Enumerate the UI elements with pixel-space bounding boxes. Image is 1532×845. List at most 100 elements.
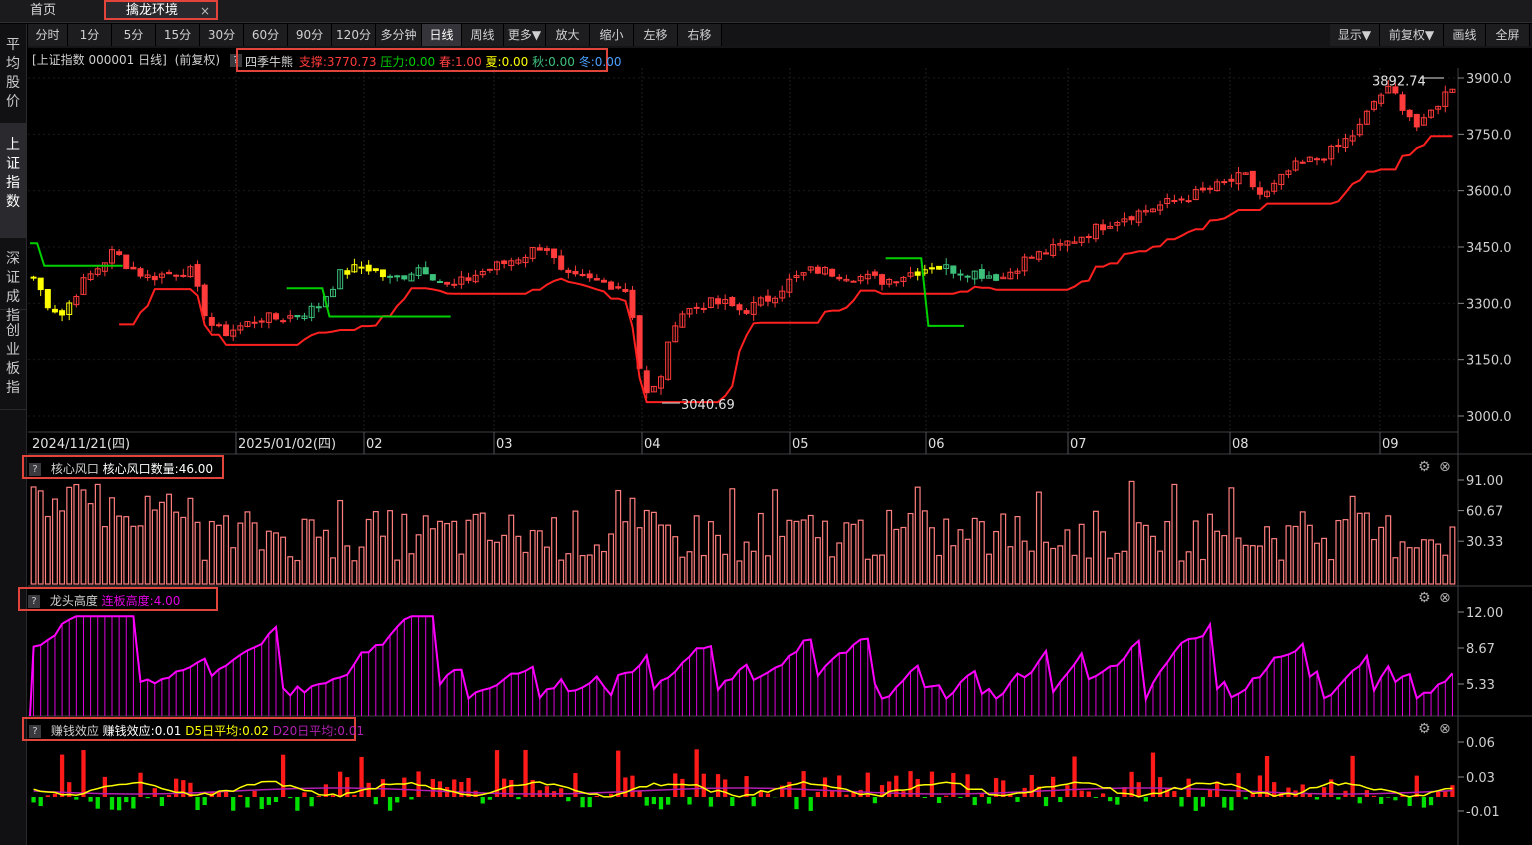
toolbar-right-btn-0[interactable]: 显示▼ bbox=[1330, 24, 1380, 46]
close-icon[interactable]: ⊗ bbox=[1439, 721, 1451, 737]
toolbar-btn-9[interactable]: 日线 bbox=[422, 24, 462, 46]
p1-bar-17 bbox=[151, 509, 158, 585]
sidebar-item-1[interactable]: 上证指数 bbox=[0, 124, 26, 238]
help-icon[interactable]: ? bbox=[29, 463, 41, 476]
p1-bar-2 bbox=[44, 515, 51, 585]
p1-bar-30 bbox=[244, 511, 251, 585]
gear-icon[interactable]: ⚙ bbox=[1418, 590, 1431, 606]
sidebar-item-0[interactable]: 平均股价 bbox=[0, 24, 26, 124]
p3-bar-181 bbox=[1321, 787, 1327, 797]
p3-bar-111 bbox=[822, 777, 828, 797]
month-label-3: 05 bbox=[792, 437, 809, 452]
toolbar-right-btn-2[interactable]: 画线 bbox=[1444, 24, 1486, 46]
p1-bar-32 bbox=[258, 549, 265, 585]
p1-bar-188 bbox=[1371, 538, 1377, 585]
p3-bar-107 bbox=[794, 797, 799, 810]
close-icon[interactable]: ⊗ bbox=[1439, 590, 1451, 606]
toolbar-btn-6[interactable]: 90分 bbox=[288, 24, 332, 46]
p1-bar-140 bbox=[1028, 550, 1035, 585]
p3-bar-33 bbox=[266, 797, 271, 805]
p1-bar-0 bbox=[30, 486, 37, 585]
toolbar-btn-11[interactable]: 更多▼ bbox=[504, 24, 546, 46]
toolbar-btn-12[interactable]: 放大 bbox=[546, 24, 590, 46]
p1-bar-4 bbox=[59, 510, 66, 585]
p3-bar-163 bbox=[1193, 797, 1198, 811]
candle-body-35 bbox=[280, 320, 287, 323]
p3-bar-8 bbox=[88, 797, 93, 802]
candle-body-171 bbox=[1249, 170, 1256, 188]
panel2-name: 龙头高度 bbox=[49, 594, 98, 608]
help-icon[interactable]: ? bbox=[29, 725, 41, 738]
p3-bar-96 bbox=[715, 774, 721, 797]
sidebar-item-2[interactable]: 深证成指 bbox=[0, 238, 26, 324]
p3-bar-87 bbox=[651, 797, 657, 805]
p1-bar-91 bbox=[679, 556, 686, 585]
p1-bar-93 bbox=[693, 515, 700, 585]
low-label: 3040.69 bbox=[681, 398, 735, 413]
candle-body-140 bbox=[1028, 256, 1035, 259]
p3-bar-155 bbox=[1136, 782, 1141, 797]
p1-bar-135 bbox=[993, 530, 1000, 585]
toolbar-btn-15[interactable]: 右移 bbox=[678, 24, 722, 46]
panel3-legend: ? 赚钱效应 赚钱效应:0.01 D5日平均:0.02 D20日平均:0.01 bbox=[22, 717, 364, 741]
toolbar-right-btn-1[interactable]: 前复权▼ bbox=[1380, 24, 1444, 46]
p1-bar-186 bbox=[1356, 512, 1363, 585]
candle-body-148 bbox=[1085, 236, 1092, 239]
p1-bar-118 bbox=[871, 554, 878, 585]
p1-bar-20 bbox=[173, 511, 180, 585]
candle-body-52 bbox=[401, 275, 408, 280]
p1-bar-166 bbox=[1214, 530, 1221, 585]
p3-bar-114 bbox=[844, 794, 849, 797]
p3-bar-130 bbox=[958, 797, 963, 798]
p1-bar-163 bbox=[1192, 520, 1199, 585]
p1-bar-112 bbox=[829, 556, 836, 585]
p1-bar-21 bbox=[180, 516, 187, 585]
p1-bar-97 bbox=[722, 553, 729, 585]
date-year: 2025/01/02(四) bbox=[238, 437, 336, 452]
gear-icon[interactable]: ⚙ bbox=[1418, 459, 1431, 475]
p3-bar-84 bbox=[630, 775, 635, 797]
p3-bar-19 bbox=[166, 795, 172, 797]
help-icon[interactable]: ? bbox=[28, 595, 40, 608]
toolbar-btn-7[interactable]: 120分 bbox=[332, 24, 376, 46]
p3-bar-135 bbox=[993, 778, 999, 797]
gear-icon[interactable]: ⚙ bbox=[1418, 721, 1431, 737]
toolbar-btn-3[interactable]: 15分 bbox=[156, 24, 200, 46]
p1-bar-142 bbox=[1043, 541, 1049, 585]
p1-bar-77 bbox=[579, 555, 586, 585]
p1-bar-198 bbox=[1442, 554, 1449, 585]
toolbar-btn-1[interactable]: 1分 bbox=[68, 24, 112, 46]
summer-value: 夏:0.00 bbox=[485, 55, 529, 69]
toolbar-btn-2[interactable]: 5分 bbox=[112, 24, 156, 46]
candle-body-161 bbox=[1178, 198, 1185, 201]
sidebar-item-3[interactable]: 创业板指 bbox=[0, 310, 26, 410]
toolbar-btn-5[interactable]: 60分 bbox=[244, 24, 288, 46]
toolbar-btn-13[interactable]: 缩小 bbox=[590, 24, 634, 46]
p3-bar-92 bbox=[687, 797, 692, 805]
candle-body-82 bbox=[615, 286, 622, 289]
toolbar-btn-4[interactable]: 30分 bbox=[200, 24, 244, 46]
p1-bar-121 bbox=[893, 528, 900, 585]
p3-bar-149 bbox=[1093, 797, 1099, 798]
toolbar-btn-8[interactable]: 多分钟 bbox=[376, 24, 422, 46]
p3-bar-95 bbox=[708, 797, 714, 807]
p1-bar-189 bbox=[1378, 526, 1385, 585]
toolbar-right-btn-3[interactable]: 全屏 bbox=[1486, 24, 1530, 46]
p1-bar-62 bbox=[472, 513, 479, 585]
candle-body-17 bbox=[151, 275, 158, 281]
p1-bar-153 bbox=[1121, 550, 1128, 585]
toolbar-btn-10[interactable]: 周线 bbox=[462, 24, 504, 46]
p1-bar-74 bbox=[558, 559, 565, 585]
p1-bar-40 bbox=[315, 536, 322, 585]
p3-bar-164 bbox=[1200, 797, 1206, 807]
p1-bar-38 bbox=[301, 518, 308, 585]
candle-body-75 bbox=[565, 269, 572, 273]
p1-bar-148 bbox=[1085, 557, 1092, 585]
p1-bar-64 bbox=[486, 539, 493, 585]
toolbar-btn-14[interactable]: 左移 bbox=[634, 24, 678, 46]
p1-bar-10 bbox=[101, 526, 108, 585]
p1-bar-195 bbox=[1420, 539, 1427, 585]
toolbar-btn-0[interactable]: 分时 bbox=[28, 24, 68, 46]
close-icon[interactable]: ⊗ bbox=[1439, 459, 1451, 475]
p3-bar-24 bbox=[202, 797, 207, 806]
